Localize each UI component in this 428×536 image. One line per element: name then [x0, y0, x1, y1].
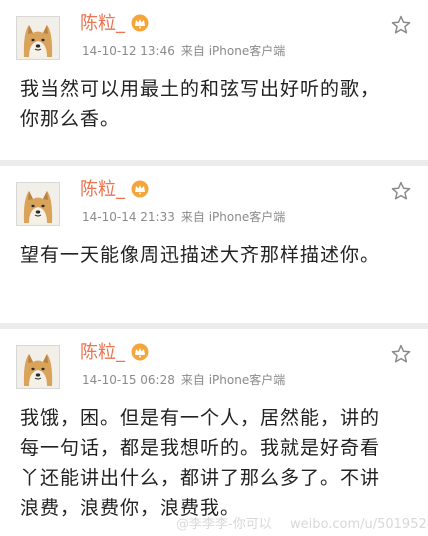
post-text: 我饿，困。但是有一个人，居然能，讲的每一句话，都是我想听的。我就是好奇看丫还能讲…	[20, 407, 381, 519]
shiba-dog-avatar	[17, 183, 59, 225]
post-card[interactable]: 陈粒_ 14-10-14 21:33 来自 iPhone客户端 望有一天能像周迅描…	[0, 166, 428, 323]
author-name[interactable]: 陈粒_	[80, 342, 149, 364]
avatar[interactable]	[16, 345, 60, 389]
post-card[interactable]: 陈粒_ 14-10-15 06:28 来自 iPhone客户端 我饿，困。但是有一…	[0, 329, 428, 536]
vip-crown-icon	[131, 180, 149, 198]
post-timestamp[interactable]: 14-10-14 21:33	[82, 210, 175, 224]
vip-crown-icon	[131, 343, 149, 361]
author-name[interactable]: 陈粒_	[80, 13, 149, 35]
author-name-text[interactable]: 陈粒_	[80, 13, 125, 34]
post-timestamp[interactable]: 14-10-12 13:46	[82, 44, 175, 58]
vip-crown-icon	[131, 14, 149, 32]
author-name[interactable]: 陈粒_	[80, 179, 149, 201]
shiba-dog-avatar	[17, 17, 59, 59]
post-text: 望有一天能像周迅描述大齐那样描述你。	[20, 244, 381, 266]
post-text: 我当然可以用最土的和弦写出好听的歌，你那么香。	[20, 78, 381, 130]
post-timestamp[interactable]: 14-10-15 06:28	[82, 373, 175, 387]
post-source[interactable]: iPhone客户端	[209, 373, 286, 387]
author-name-text[interactable]: 陈粒_	[80, 342, 125, 363]
star-outline-icon[interactable]	[390, 343, 412, 365]
shiba-dog-avatar	[17, 346, 59, 388]
post-meta: 14-10-15 06:28 来自 iPhone客户端	[82, 372, 285, 388]
post-meta: 14-10-14 21:33 来自 iPhone客户端	[82, 209, 285, 225]
post-source[interactable]: iPhone客户端	[209, 210, 286, 224]
source-prefix: 来自	[180, 373, 205, 387]
weibo-feed: 陈粒_ 14-10-12 13:46 来自 iPhone客户端 我当然可以用最土的…	[0, 0, 428, 536]
avatar[interactable]	[16, 16, 60, 60]
author-name-text[interactable]: 陈粒_	[80, 179, 125, 200]
source-prefix: 来自	[180, 210, 205, 224]
avatar[interactable]	[16, 182, 60, 226]
star-outline-icon[interactable]	[390, 14, 412, 36]
post-source[interactable]: iPhone客户端	[209, 44, 286, 58]
source-prefix: 来自	[180, 44, 205, 58]
star-outline-icon[interactable]	[390, 180, 412, 202]
post-meta: 14-10-12 13:46 来自 iPhone客户端	[82, 43, 285, 59]
post-card[interactable]: 陈粒_ 14-10-12 13:46 来自 iPhone客户端 我当然可以用最土的…	[0, 0, 428, 160]
